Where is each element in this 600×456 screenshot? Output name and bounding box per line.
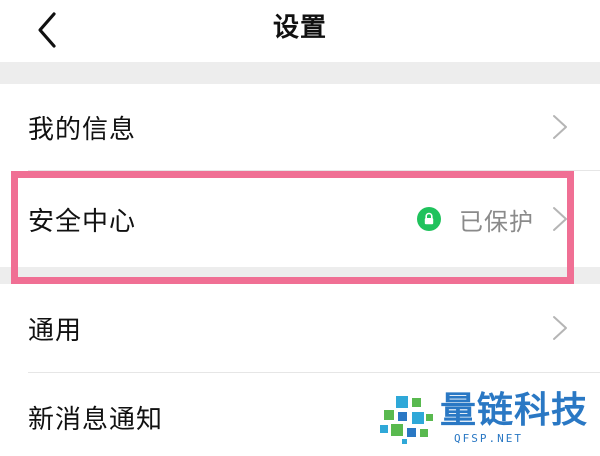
settings-item-label: 我的信息 xyxy=(28,114,137,145)
security-status: 已保护 xyxy=(417,171,534,267)
section-gap xyxy=(0,267,600,284)
settings-item-my-info[interactable]: 我的信息 xyxy=(0,84,600,170)
settings-item-security-center[interactable]: 安全中心 已保护 xyxy=(0,171,600,267)
watermark-brand: 量链科技 xyxy=(440,390,589,431)
section-gap xyxy=(0,62,600,84)
lock-icon xyxy=(417,207,441,231)
page-title: 设置 xyxy=(272,13,327,43)
watermark-url: QFSP.NET xyxy=(454,432,523,445)
settings-item-general[interactable]: 通用 xyxy=(0,284,600,372)
watermark-logo-icon xyxy=(378,394,436,444)
watermark: 量链科技 QFSP.NET xyxy=(378,388,600,450)
chevron-right-icon xyxy=(552,314,568,342)
settings-item-label: 新消息通知 xyxy=(28,405,164,435)
chevron-right-icon xyxy=(552,113,568,141)
chevron-right-icon xyxy=(552,205,568,233)
settings-item-label: 通用 xyxy=(28,315,83,346)
settings-item-label: 安全中心 xyxy=(28,206,137,237)
status-text: 已保护 xyxy=(459,207,534,236)
nav-bar: 设置 xyxy=(0,0,600,62)
